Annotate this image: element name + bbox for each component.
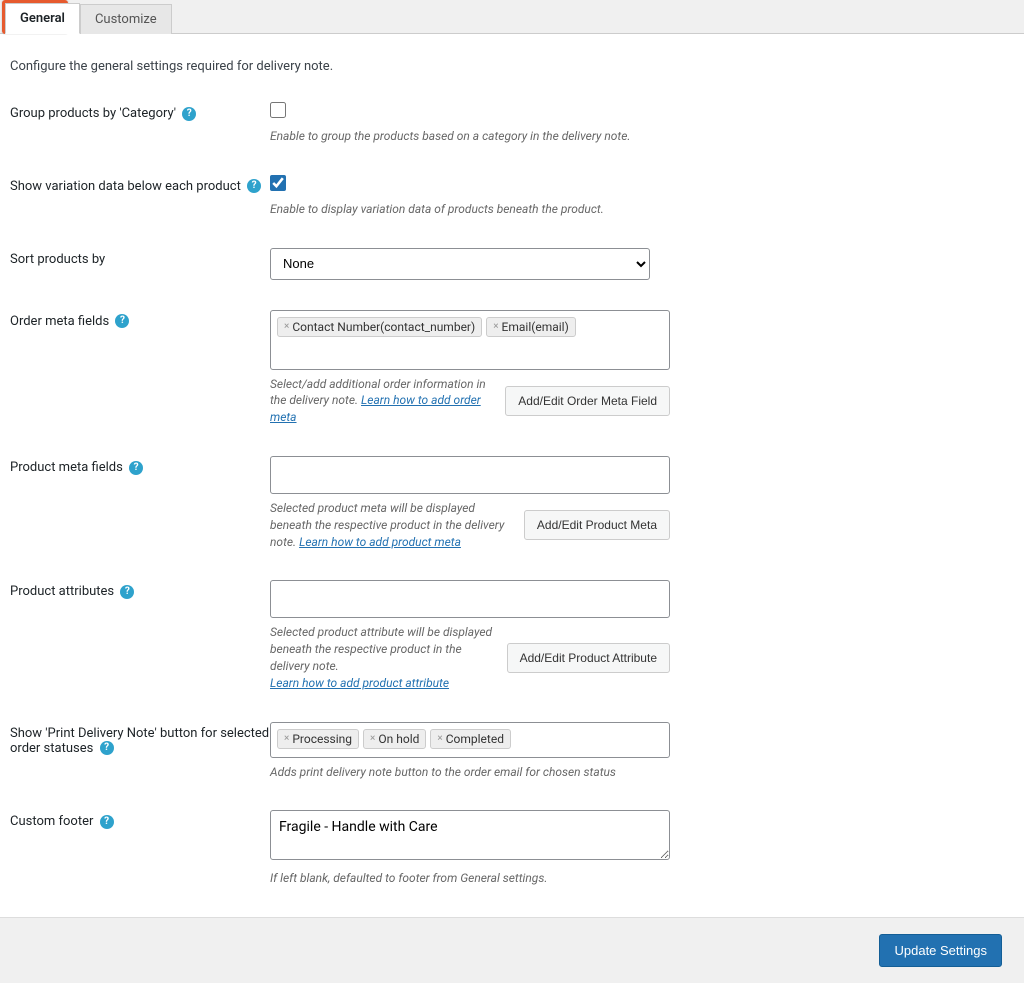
close-icon[interactable]: × xyxy=(284,733,289,744)
order-meta-tagbox[interactable]: ×Contact Number(contact_number) ×Email(e… xyxy=(270,310,670,370)
settings-content: Configure the general settings required … xyxy=(0,34,1024,917)
add-edit-product-attr-button[interactable]: Add/Edit Product Attribute xyxy=(507,643,670,673)
product-meta-tagbox[interactable] xyxy=(270,456,670,494)
tab-general[interactable]: General xyxy=(5,3,80,34)
update-settings-button[interactable]: Update Settings xyxy=(879,934,1002,967)
add-edit-product-meta-button[interactable]: Add/Edit Product Meta xyxy=(524,510,670,540)
help-icon[interactable]: ? xyxy=(182,107,196,121)
tag[interactable]: ×Completed xyxy=(430,729,511,749)
sort-label: Sort products by xyxy=(10,252,105,267)
close-icon[interactable]: × xyxy=(284,321,289,332)
help-icon[interactable]: ? xyxy=(100,741,114,755)
tag[interactable]: ×Contact Number(contact_number) xyxy=(277,317,482,337)
tag[interactable]: ×Processing xyxy=(277,729,359,749)
product-attr-desc: Selected product attribute will be displ… xyxy=(270,625,492,673)
order-meta-label: Order meta fields xyxy=(10,314,109,329)
product-attr-link[interactable]: Learn how to add product attribute xyxy=(270,676,449,690)
tag[interactable]: ×Email(email) xyxy=(486,317,576,337)
intro-text: Configure the general settings required … xyxy=(10,59,1014,74)
help-icon[interactable]: ? xyxy=(129,461,143,475)
help-icon[interactable]: ? xyxy=(115,314,129,328)
close-icon[interactable]: × xyxy=(370,733,375,744)
group-category-desc: Enable to group the products based on a … xyxy=(270,128,670,145)
print-button-label: Show 'Print Delivery Note' button for se… xyxy=(10,726,269,756)
product-attr-label: Product attributes xyxy=(10,584,114,599)
settings-tabs: General Customize xyxy=(0,0,1024,34)
tag[interactable]: ×On hold xyxy=(363,729,426,749)
print-status-tagbox[interactable]: ×Processing ×On hold ×Completed xyxy=(270,722,670,758)
product-attr-tagbox[interactable] xyxy=(270,580,670,618)
print-button-desc: Adds print delivery note button to the o… xyxy=(270,764,670,781)
help-icon[interactable]: ? xyxy=(120,585,134,599)
help-icon[interactable]: ? xyxy=(100,815,114,829)
tab-customize[interactable]: Customize xyxy=(80,4,172,34)
footer-bar: Update Settings xyxy=(0,917,1024,983)
close-icon[interactable]: × xyxy=(437,733,442,744)
variation-desc: Enable to display variation data of prod… xyxy=(270,201,670,218)
group-category-label: Group products by 'Category' xyxy=(10,106,176,121)
help-icon[interactable]: ? xyxy=(247,179,261,193)
group-category-checkbox[interactable] xyxy=(270,102,286,118)
footer-desc: If left blank, defaulted to footer from … xyxy=(270,870,670,887)
variation-checkbox[interactable] xyxy=(270,175,286,191)
close-icon[interactable]: × xyxy=(493,321,498,332)
variation-label: Show variation data below each product xyxy=(10,179,241,194)
product-meta-link[interactable]: Learn how to add product meta xyxy=(299,535,461,549)
footer-label: Custom footer xyxy=(10,814,93,829)
custom-footer-textarea[interactable] xyxy=(270,810,670,860)
product-meta-label: Product meta fields xyxy=(10,460,123,475)
sort-products-select[interactable]: None xyxy=(270,248,650,280)
add-edit-order-meta-button[interactable]: Add/Edit Order Meta Field xyxy=(505,386,670,416)
